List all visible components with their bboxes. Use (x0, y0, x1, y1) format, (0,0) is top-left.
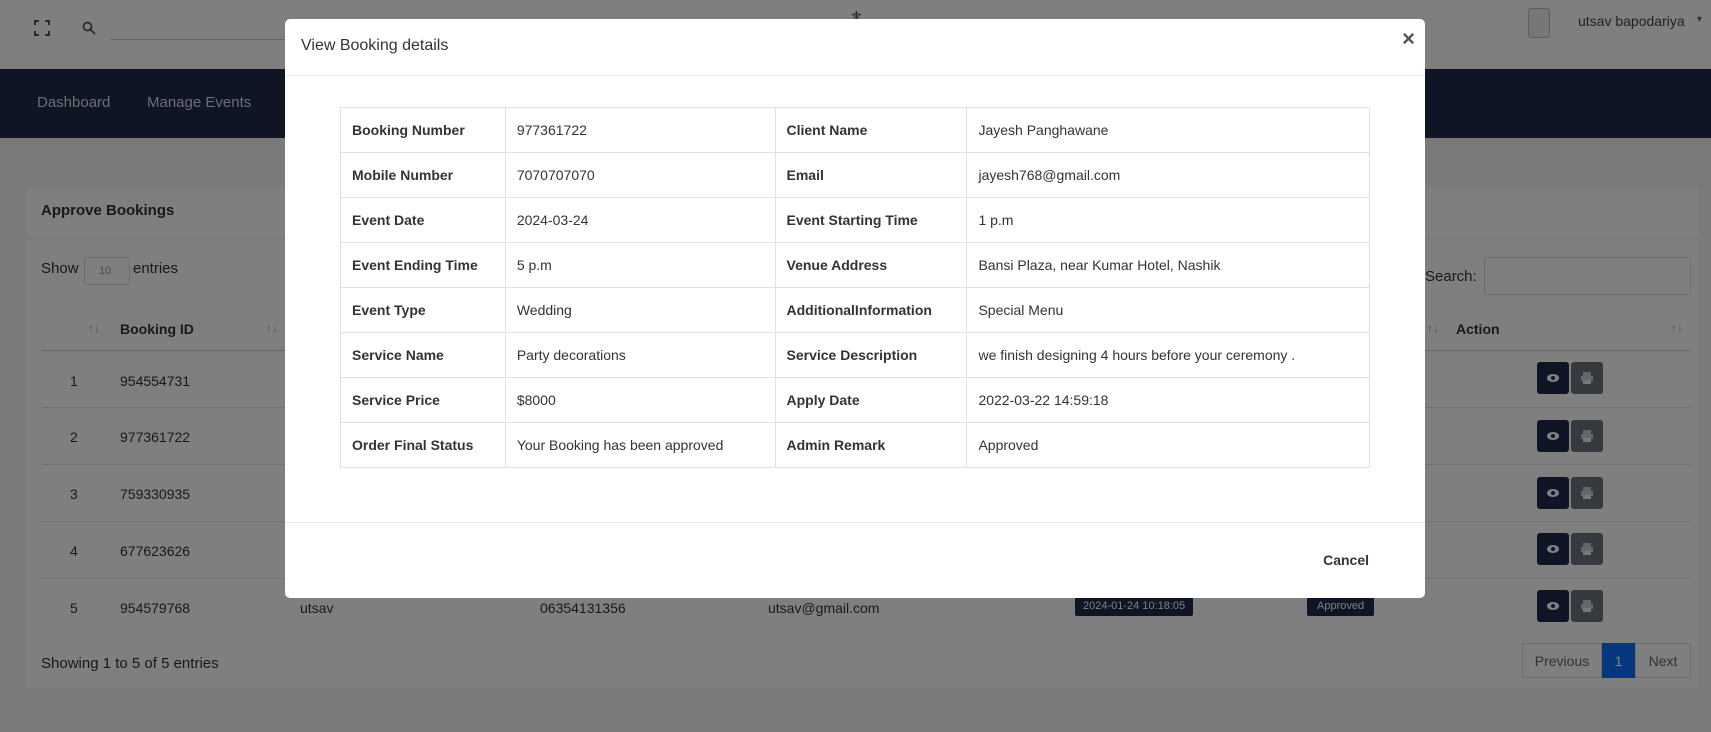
booking-details-table: Booking Number 977361722 Client Name Jayesh… (340, 107, 1370, 468)
detail-label: Service Name (340, 332, 506, 378)
detail-label: Venue Address (774, 242, 968, 288)
detail-label: Service Description (774, 332, 968, 378)
detail-label: Client Name (774, 107, 968, 153)
cancel-button[interactable]: Cancel (1323, 552, 1369, 568)
modal-body: Booking Number 977361722 Client Name Jayesh… (340, 107, 1370, 468)
detail-value: Special Menu (966, 287, 1370, 333)
detail-label: Order Final Status (340, 422, 506, 468)
detail-value: 2024-03-24 (504, 197, 776, 243)
detail-value: 2022-03-22 14:59:18 (966, 377, 1370, 423)
detail-value: Bansi Plaza, near Kumar Hotel, Nashik (966, 242, 1370, 288)
detail-row: Event Date 2024-03-24 Event Starting Time 1… (340, 197, 1370, 243)
detail-value: we finish designing 4 hours before your … (966, 332, 1370, 378)
close-icon[interactable]: × (1402, 26, 1415, 52)
detail-label: Event Type (340, 287, 506, 333)
detail-row: Order Final Status Your Booking has been … (340, 422, 1370, 468)
detail-label: Apply Date (774, 377, 968, 423)
detail-value: 5 p.m (504, 242, 776, 288)
detail-value: jayesh768@gmail.com (966, 152, 1370, 198)
detail-label: Booking Number (340, 107, 506, 153)
detail-row: Mobile Number 7070707070 Email jayesh768@gm… (340, 152, 1370, 198)
detail-row: Booking Number 977361722 Client Name Jayesh… (340, 107, 1370, 153)
detail-value: Party decorations (504, 332, 776, 378)
modal-header: View Booking details × (285, 19, 1425, 76)
detail-value: 7070707070 (504, 152, 776, 198)
detail-value: Approved (966, 422, 1370, 468)
modal-footer: Cancel (285, 522, 1425, 598)
detail-value: $8000 (504, 377, 776, 423)
detail-label: Email (774, 152, 968, 198)
detail-value: 977361722 (504, 107, 776, 153)
booking-details-modal: View Booking details × Booking Number 977… (285, 19, 1425, 598)
detail-label: Event Ending Time (340, 242, 506, 288)
detail-row: Service Name Party decorations Service Des… (340, 332, 1370, 378)
detail-label: Admin Remark (774, 422, 968, 468)
detail-value: Wedding (504, 287, 776, 333)
detail-row: Event Ending Time 5 p.m Venue Address Bansi… (340, 242, 1370, 288)
modal-title: View Booking details (301, 37, 449, 54)
detail-label: Mobile Number (340, 152, 506, 198)
detail-row: Event Type Wedding AdditionalInformation Sp… (340, 287, 1370, 333)
detail-value: 1 p.m (966, 197, 1370, 243)
detail-label: Service Price (340, 377, 506, 423)
detail-value: Jayesh Panghawane (966, 107, 1370, 153)
detail-label: AdditionalInformation (774, 287, 968, 333)
detail-value: Your Booking has been approved (504, 422, 776, 468)
detail-row: Service Price $8000 Apply Date 2022-03-22 1… (340, 377, 1370, 423)
detail-label: Event Starting Time (774, 197, 968, 243)
detail-label: Event Date (340, 197, 506, 243)
